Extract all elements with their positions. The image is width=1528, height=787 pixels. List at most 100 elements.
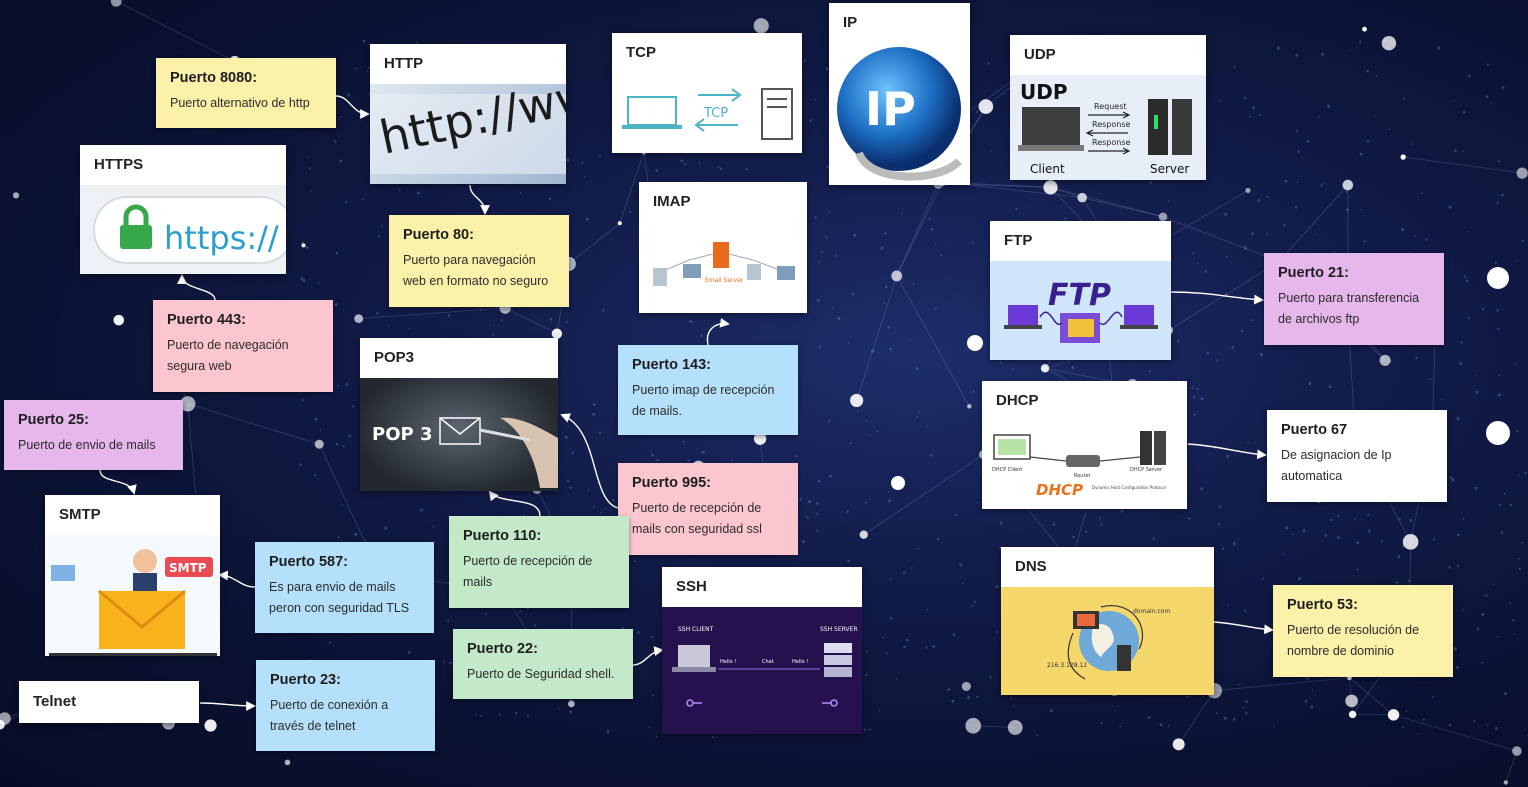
server-icon	[1140, 431, 1152, 465]
server-icon	[1117, 645, 1131, 671]
note-text: Puerto de envio de mails	[18, 438, 156, 452]
card-ftp[interactable]: FTP FTP	[990, 221, 1171, 360]
note-puerto-995[interactable]: Puerto 995: Puerto de recepción de mails…	[618, 463, 798, 555]
note-title: Puerto 995:	[632, 475, 711, 491]
card-imap[interactable]: IMAP Email Server	[639, 182, 807, 313]
note-title: Puerto 110:	[463, 528, 542, 544]
laptop-icon	[1004, 305, 1042, 329]
card-title: FTP	[1004, 232, 1033, 249]
folder-icon	[1060, 313, 1100, 343]
card-ip[interactable]: IP IP	[829, 3, 970, 185]
smtp-image: SMTP	[45, 535, 220, 656]
note-title: Puerto 67	[1281, 422, 1348, 438]
laptop-icon	[622, 96, 682, 129]
card-ssh[interactable]: SSH SSH CLIENT SSH SERVER Hello ! Chat H…	[662, 567, 862, 734]
dhcp-router-label: Router	[1074, 473, 1092, 479]
ftp-image-text: FTP	[1048, 278, 1111, 313]
ssh-image: SSH CLIENT SSH SERVER Hello ! Chat Hello…	[662, 607, 862, 734]
note-title: Puerto 143:	[632, 357, 711, 373]
dns-domain-label: domain.com	[1133, 608, 1170, 615]
dhcp-subtitle: Dynamic Host Configuration Protocol	[1092, 485, 1166, 490]
card-title: HTTP	[384, 55, 424, 72]
note-title: Puerto 443:	[167, 312, 246, 328]
udp-image: UDP Request Response Response Client Ser…	[1010, 75, 1206, 180]
ip-image: IP	[829, 43, 970, 185]
card-title: SSH	[676, 578, 707, 595]
ssh-server-label: SSH SERVER	[820, 626, 858, 633]
note-puerto-67[interactable]: Puerto 67 De asignacion de Ip automatica	[1267, 410, 1447, 502]
card-title: IMAP	[653, 193, 691, 210]
dhcp-server-label: DHCP Server	[1130, 467, 1163, 473]
udp-server-label: Server	[1150, 162, 1189, 176]
note-puerto-80[interactable]: Puerto 80: Puerto para navegación web en…	[389, 215, 569, 307]
laptop-icon	[672, 645, 716, 672]
note-text: Puerto de recepción de mails	[463, 554, 593, 589]
note-puerto-21[interactable]: Puerto 21: Puerto para transferencia de …	[1264, 253, 1444, 345]
smtp-image-text: SMTP	[169, 561, 207, 575]
note-puerto-8080[interactable]: Puerto 8080: Puerto alternativo de http	[156, 58, 336, 128]
https-image-text: https://	[164, 219, 279, 257]
card-dns[interactable]: DNS domain.com 216.3.128.12	[1001, 547, 1214, 695]
note-puerto-587[interactable]: Puerto 587: Es para envio de mails peron…	[255, 542, 434, 633]
http-image: http://www	[370, 84, 566, 184]
udp-client-label: Client	[1030, 162, 1065, 176]
dns-image: domain.com 216.3.128.12	[1001, 587, 1214, 695]
udp-response-label: Response	[1092, 138, 1131, 147]
https-image: https://	[80, 185, 286, 274]
card-http[interactable]: HTTP http://www	[370, 44, 566, 184]
note-text: Puerto de resolución de nombre de domini…	[1287, 623, 1420, 658]
card-udp[interactable]: UDP UDP Request Response Response Client…	[1010, 35, 1206, 180]
laptop-icon	[1120, 305, 1158, 329]
dhcp-image-text: DHCP	[1036, 481, 1083, 499]
card-https[interactable]: HTTPS https://	[80, 145, 286, 274]
note-title: Puerto 23:	[270, 672, 341, 688]
ssh-hello-label: Hello !	[720, 659, 736, 665]
note-text: Puerto para navegación web en formato no…	[403, 253, 549, 288]
server-icon	[713, 242, 729, 268]
udp-request-label: Request	[1094, 102, 1127, 111]
note-title: Puerto 80:	[403, 227, 474, 243]
note-puerto-53[interactable]: Puerto 53: Puerto de resolución de nombr…	[1273, 585, 1453, 677]
note-text: De asignacion de Ip automatica	[1281, 448, 1392, 483]
key-icon	[686, 699, 838, 707]
card-title: POP3	[374, 349, 415, 366]
note-title: Puerto 21:	[1278, 265, 1349, 281]
card-tcp[interactable]: TCP TCP	[612, 33, 802, 153]
ssh-client-label: SSH CLIENT	[678, 626, 714, 633]
imap-image-text: Email Server	[705, 277, 744, 284]
note-text: Es para envio de mails peron con segurid…	[269, 580, 410, 615]
note-puerto-22[interactable]: Puerto 22: Puerto de Seguridad shell.	[453, 629, 633, 699]
card-dhcp[interactable]: DHCP DHCP Client Router DHCP Server DHCP…	[982, 381, 1187, 509]
note-text: Puerto para transferencia de archivos ft…	[1278, 291, 1420, 326]
dns-ip-label: 216.3.128.12	[1047, 662, 1087, 669]
note-title: Puerto 25:	[18, 412, 89, 428]
mail-envelope-icon	[98, 589, 186, 649]
card-title: DHCP	[996, 392, 1039, 409]
note-text: Puerto alternativo de http	[170, 96, 310, 110]
note-puerto-443[interactable]: Puerto 443: Puerto de navegación segura …	[153, 300, 333, 392]
server-icon	[1148, 99, 1192, 155]
card-smtp[interactable]: SMTP SMTP	[45, 495, 220, 656]
note-puerto-25[interactable]: Puerto 25: Puerto de envio de mails	[4, 400, 183, 470]
pop3-image-text: POP 3	[372, 424, 432, 445]
pop3-image: POP 3	[360, 378, 558, 491]
note-puerto-143[interactable]: Puerto 143: Puerto imap de recepción de …	[618, 345, 798, 435]
card-title: IP	[843, 14, 858, 31]
label-telnet[interactable]: Telnet	[19, 681, 199, 723]
dhcp-client-label: DHCP Client	[992, 467, 1022, 473]
note-puerto-110[interactable]: Puerto 110: Puerto de recepción de mails	[449, 516, 629, 608]
card-title: UDP	[1024, 46, 1056, 63]
tcp-image-text: TCP	[703, 106, 728, 121]
note-text: Puerto imap de recepción de mails.	[632, 383, 775, 418]
note-text: Puerto de recepción de mails con segurid…	[632, 501, 762, 536]
note-title: Puerto 587:	[269, 554, 348, 570]
card-pop3[interactable]: POP3 POP 3	[360, 338, 558, 491]
ip-image-text: IP	[865, 82, 916, 136]
note-puerto-23[interactable]: Puerto 23: Puerto de conexión a través d…	[256, 660, 435, 751]
server-icon	[824, 643, 852, 677]
note-title: Puerto 22:	[467, 641, 538, 657]
udp-response-label: Response	[1092, 120, 1131, 129]
note-title: Puerto 53:	[1287, 597, 1358, 613]
person-icon	[133, 549, 157, 573]
ssh-chat-label: Chat	[762, 659, 774, 665]
